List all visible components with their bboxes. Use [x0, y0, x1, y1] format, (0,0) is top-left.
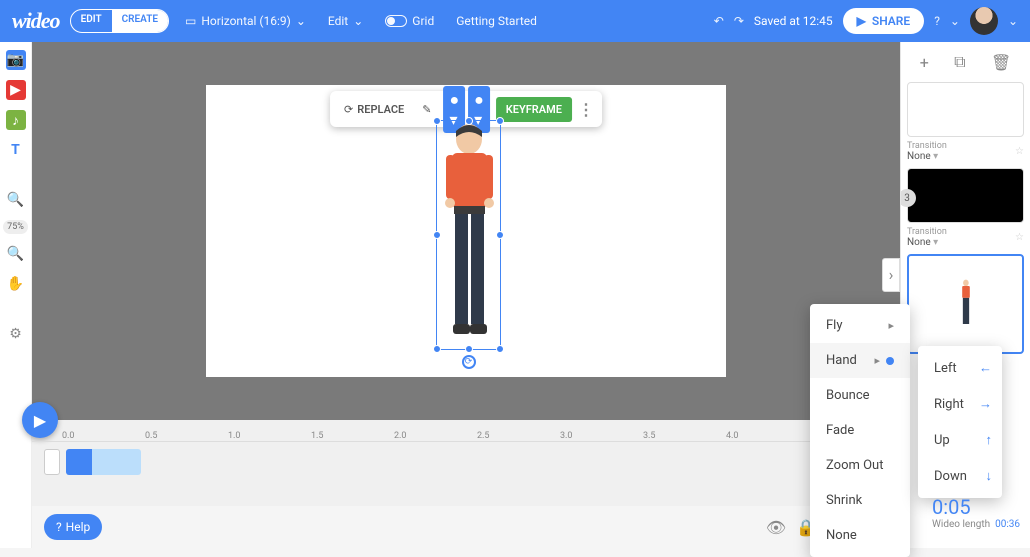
direction-submenu: Left← Right→ Up↑ Down↓	[918, 346, 1002, 498]
timeline-track[interactable]	[32, 446, 900, 478]
resize-handle[interactable]	[433, 231, 441, 239]
panel-collapse-button[interactable]: ›	[882, 258, 900, 292]
help-icon[interactable]: ?	[934, 14, 940, 28]
scene-thumb[interactable]	[907, 82, 1024, 137]
arrow-right-icon: →	[979, 396, 992, 412]
character-figure[interactable]	[437, 121, 502, 351]
replace-button[interactable]: ⟳ REPLACE	[338, 99, 410, 120]
chevron-right-icon: ▸	[874, 354, 880, 367]
undo-icon[interactable]: ↶	[714, 14, 724, 28]
selection-box[interactable]: ⟳	[436, 120, 501, 350]
transition-menu: Fly▸ Hand▸ Bounce Fade Zoom Out Shrink N…	[810, 304, 910, 557]
transition-value[interactable]: None	[907, 237, 931, 248]
video-icon[interactable]: ▶	[6, 80, 26, 100]
length-label: Wideo length	[932, 519, 990, 530]
resize-handle[interactable]	[496, 117, 504, 125]
mode-toggle[interactable]: EDIT CREATE	[70, 9, 169, 33]
zoom-in-icon[interactable]: 🔍	[6, 190, 26, 210]
edit-menu[interactable]: Edit ⌄	[322, 14, 369, 28]
stage[interactable]: ⟳ REPLACE ✎ ● ▾ ● ▾ KEYFRAME ⋮	[206, 85, 726, 377]
canvas-area[interactable]: ⟳ REPLACE ✎ ● ▾ ● ▾ KEYFRAME ⋮	[32, 42, 900, 420]
rotate-handle[interactable]: ⟳	[462, 355, 476, 369]
zoom-level[interactable]: 75%	[3, 220, 28, 234]
current-time: 0:05	[932, 495, 1020, 519]
aspect-ratio-dropdown[interactable]: ▭ Horizontal (16:9) ⌄	[179, 14, 312, 28]
transition-option-fly[interactable]: Fly▸	[810, 308, 910, 343]
rectangle-icon: ▭	[185, 14, 196, 28]
text-icon[interactable]: T	[6, 140, 26, 160]
saved-indicator: Saved at 12:45	[754, 14, 833, 28]
play-icon: ▶	[857, 14, 866, 28]
resize-handle[interactable]	[433, 345, 441, 353]
visibility-icon[interactable]: 👁	[766, 518, 786, 537]
transition-label: Transition	[907, 141, 947, 151]
mode-create[interactable]: CREATE	[112, 10, 168, 32]
more-icon[interactable]: ⋮	[578, 100, 594, 119]
timeline-footer: ? Help 👁 🔒▾ | ♪	[32, 506, 900, 548]
edit-pencil-icon[interactable]: ✎	[416, 99, 437, 120]
share-button[interactable]: ▶ SHARE	[843, 8, 925, 34]
music-icon[interactable]: ♪	[6, 110, 26, 130]
time-readout: 0:05 Wideo length 00:36	[932, 495, 1020, 530]
resize-handle[interactable]	[496, 231, 504, 239]
keyframe-button[interactable]: KEYFRAME	[496, 97, 572, 122]
resize-handle[interactable]	[465, 345, 473, 353]
logo: wideo	[12, 8, 60, 34]
chevron-down-icon: ⌄	[296, 14, 306, 28]
transition-label: Transition	[907, 227, 947, 237]
chevron-down-icon[interactable]: ▾	[933, 151, 938, 162]
grid-toggle[interactable]: Grid	[379, 14, 440, 28]
chevron-down-icon[interactable]: ⌄	[950, 14, 960, 28]
star-icon[interactable]: ☆	[1015, 146, 1024, 157]
redo-icon[interactable]: ↷	[734, 14, 744, 28]
delete-scene-icon[interactable]: 🗑	[991, 53, 1011, 72]
active-dot-icon	[886, 357, 894, 365]
transition-option-zoom-out[interactable]: Zoom Out	[810, 448, 910, 483]
chevron-down-icon[interactable]: ▾	[933, 237, 938, 248]
transition-option-bounce[interactable]: Bounce	[810, 378, 910, 413]
settings-gear-icon[interactable]: ⚙	[6, 324, 26, 344]
scene-thumb[interactable]: 3	[907, 168, 1024, 223]
help-button[interactable]: ? Help	[44, 514, 102, 540]
transition-option-shrink[interactable]: Shrink	[810, 483, 910, 518]
scene-number-badge: 3	[900, 189, 916, 207]
resize-handle[interactable]	[433, 117, 441, 125]
transition-value[interactable]: None	[907, 151, 931, 162]
direction-option-down[interactable]: Down↓	[918, 458, 1008, 494]
transition-option-hand[interactable]: Hand▸	[810, 343, 910, 378]
direction-option-left[interactable]: Left←	[918, 350, 1008, 386]
add-scene-icon[interactable]: +	[920, 53, 929, 72]
arrow-down-icon: ↓	[986, 468, 993, 484]
timeline-clip[interactable]	[66, 449, 141, 475]
camera-icon[interactable]: 📷	[6, 50, 26, 70]
duplicate-scene-icon[interactable]: ⧉	[954, 52, 965, 72]
direction-option-right[interactable]: Right→	[918, 386, 1008, 422]
resize-handle[interactable]	[465, 117, 473, 125]
mode-edit[interactable]: EDIT	[71, 10, 112, 32]
help-icon: ?	[56, 520, 62, 534]
refresh-icon: ⟳	[344, 103, 353, 116]
toggle-icon	[385, 15, 407, 27]
chevron-right-icon: ▸	[888, 319, 894, 332]
chevron-down-icon[interactable]: ⌄	[1008, 14, 1018, 28]
transition-option-fade[interactable]: Fade	[810, 413, 910, 448]
pan-hand-icon[interactable]: ✋	[6, 274, 26, 294]
resize-handle[interactable]	[496, 345, 504, 353]
zoom-out-icon[interactable]: 🔍	[6, 244, 26, 264]
left-sidebar: 📷 ▶ ♪ T 🔍 75% 🔍 ✋ ⚙	[0, 42, 32, 548]
timeline-ruler[interactable]: 0.0 0.5 1.0 1.5 2.0 2.5 3.0 3.5 4.0	[32, 420, 900, 442]
arrow-left-icon: ←	[979, 360, 992, 376]
chevron-down-icon: ⌄	[353, 14, 363, 28]
timeline-clip[interactable]	[44, 449, 60, 475]
getting-started-link[interactable]: Getting Started	[450, 14, 543, 28]
avatar[interactable]	[970, 7, 998, 35]
length-value: 00:36	[995, 519, 1020, 530]
top-header: wideo EDIT CREATE ▭ Horizontal (16:9) ⌄ …	[0, 0, 1030, 42]
direction-option-up[interactable]: Up↑	[918, 422, 1008, 458]
timeline: ▶ 0.0 0.5 1.0 1.5 2.0 2.5 3.0 3.5 4.0 ? …	[32, 420, 900, 548]
star-icon[interactable]: ☆	[1015, 232, 1024, 243]
arrow-up-icon: ↑	[986, 432, 993, 448]
scene-thumb[interactable]	[907, 254, 1024, 354]
